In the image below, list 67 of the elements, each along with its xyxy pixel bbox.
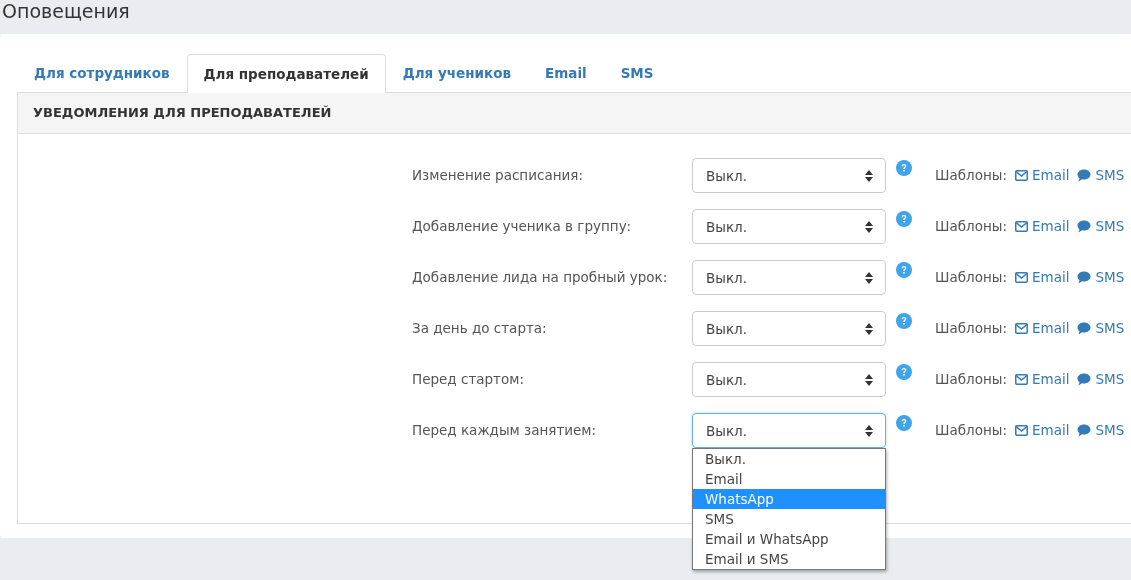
select-field[interactable]: Выкл. xyxy=(692,209,886,244)
field-label: За день до старта: xyxy=(412,319,548,338)
sms-template-link[interactable]: SMS xyxy=(1077,362,1125,397)
page-title: Оповещения xyxy=(1,0,131,24)
dropdown-option[interactable]: SMS xyxy=(693,509,885,529)
help-icon[interactable] xyxy=(896,415,912,431)
envelope-icon xyxy=(1014,221,1028,232)
envelope-icon xyxy=(1014,170,1028,181)
email-template-link[interactable]: Email xyxy=(1014,362,1070,397)
speech-bubble-icon xyxy=(1077,271,1092,284)
sms-template-link[interactable]: SMS xyxy=(1077,260,1125,295)
speech-bubble-icon xyxy=(1077,322,1092,335)
speech-bubble-icon xyxy=(1077,169,1092,182)
panel-heading: УВЕДОМЛЕНИЯ ДЛЯ ПРЕПОДАВАТЕЛЕЙ xyxy=(18,93,1131,134)
speech-bubble-icon xyxy=(1077,373,1092,386)
dropdown-option[interactable]: Email и WhatsApp xyxy=(693,529,885,549)
field-label: Добавление ученика в группу: xyxy=(412,217,633,236)
email-template-link[interactable]: Email xyxy=(1014,311,1070,346)
templates-label: Шаблоны: xyxy=(935,421,1007,440)
envelope-icon xyxy=(1014,374,1028,385)
dropdown-option[interactable]: WhatsApp xyxy=(693,489,885,509)
dropdown-option[interactable]: Выкл. xyxy=(693,449,885,469)
sms-template-link[interactable]: SMS xyxy=(1077,209,1125,244)
field-label: Перед каждым занятием: xyxy=(412,421,598,440)
select-field[interactable]: Выкл. xyxy=(692,260,886,295)
tab[interactable]: SMS xyxy=(603,53,671,92)
templates-label: Шаблоны: xyxy=(935,166,1007,185)
speech-bubble-icon xyxy=(1077,424,1092,437)
sort-arrows-icon xyxy=(865,373,873,386)
email-template-link[interactable]: Email xyxy=(1014,260,1070,295)
email-template-link[interactable]: Email xyxy=(1014,209,1070,244)
templates-label: Шаблоны: xyxy=(935,370,1007,389)
tab[interactable]: Для преподавателей xyxy=(186,54,386,93)
select-field[interactable]: Выкл. xyxy=(692,311,886,346)
sms-template-link[interactable]: SMS xyxy=(1077,311,1125,346)
envelope-icon xyxy=(1014,425,1028,436)
dropdown-option[interactable]: Email и SMS xyxy=(693,549,885,569)
templates-label: Шаблоны: xyxy=(935,319,1007,338)
sort-arrows-icon xyxy=(865,424,873,437)
field-label: Перед стартом: xyxy=(412,370,525,389)
help-icon[interactable] xyxy=(896,160,912,176)
sms-template-link[interactable]: SMS xyxy=(1077,413,1125,448)
sort-arrows-icon xyxy=(865,220,873,233)
sort-arrows-icon xyxy=(865,169,873,182)
envelope-icon xyxy=(1014,272,1028,283)
tab[interactable]: Для сотрудников xyxy=(17,53,187,92)
select-field[interactable]: Выкл. xyxy=(692,413,886,448)
field-label: Изменение расписания: xyxy=(412,166,584,185)
sort-arrows-icon xyxy=(865,271,873,284)
tab[interactable]: Email xyxy=(528,53,604,92)
envelope-icon xyxy=(1014,323,1028,334)
sms-template-link[interactable]: SMS xyxy=(1077,158,1125,193)
help-icon[interactable] xyxy=(896,313,912,329)
email-template-link[interactable]: Email xyxy=(1014,158,1070,193)
select-field[interactable]: Выкл. xyxy=(692,158,886,193)
speech-bubble-icon xyxy=(1077,220,1092,233)
tab[interactable]: Для учеников xyxy=(385,53,528,92)
templates-label: Шаблоны: xyxy=(935,217,1007,236)
field-label: Добавление лида на пробный урок: xyxy=(412,268,669,287)
dropdown-option[interactable]: Email xyxy=(693,469,885,489)
sort-arrows-icon xyxy=(865,322,873,335)
help-icon[interactable] xyxy=(896,262,912,278)
help-icon[interactable] xyxy=(896,364,912,380)
templates-label: Шаблоны: xyxy=(935,268,1007,287)
select-field[interactable]: Выкл. xyxy=(692,362,886,397)
email-template-link[interactable]: Email xyxy=(1014,413,1070,448)
help-icon[interactable] xyxy=(896,211,912,227)
